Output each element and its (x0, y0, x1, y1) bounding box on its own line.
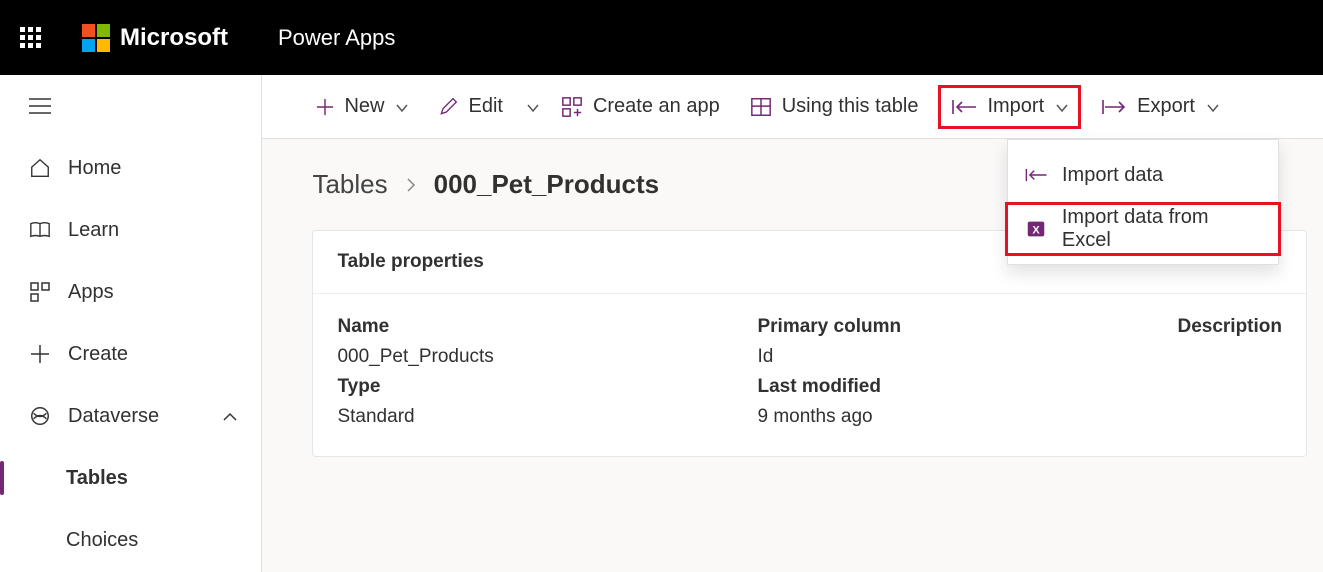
microsoft-logo-icon (82, 24, 110, 52)
value-name: 000_Pet_Products (337, 346, 747, 368)
export-button[interactable]: Export (1087, 87, 1233, 127)
label-type: Type (337, 376, 747, 398)
toolbar-label: Export (1137, 95, 1195, 118)
apps-icon (28, 280, 52, 304)
menu-item-import-data[interactable]: Import data (1008, 148, 1278, 202)
edit-button[interactable]: Edit (424, 87, 516, 127)
chevron-right-icon (406, 169, 416, 200)
label-description: Description (1177, 316, 1282, 338)
hamburger-button[interactable] (16, 87, 64, 125)
home-icon (28, 156, 52, 180)
toolbar-label: Create an app (593, 95, 720, 118)
toolbar-label: Using this table (782, 95, 919, 118)
main-area: New Edit Create an app Using this table … (262, 75, 1323, 572)
sidebar-item-choices[interactable]: Choices (0, 509, 261, 571)
grid-plus-icon (561, 96, 583, 118)
sidebar-item-dataverse[interactable]: Dataverse (0, 385, 261, 447)
breadcrumb-parent[interactable]: Tables (312, 169, 387, 200)
sidebar: Home Learn Apps Create Dataverse (0, 75, 262, 572)
brand-text: Microsoft (120, 24, 228, 52)
label-primary-column: Primary column (757, 316, 1167, 338)
import-menu: Import data X Import data from Excel (1007, 139, 1279, 265)
toolbar-label: Edit (468, 95, 502, 118)
app-launcher-icon[interactable] (20, 27, 42, 49)
plus-icon (28, 342, 52, 366)
label-last-modified: Last modified (757, 376, 1167, 398)
table-icon (750, 96, 772, 118)
excel-icon: X (1024, 218, 1048, 240)
value-type: Standard (337, 406, 747, 428)
chevron-down-icon (527, 95, 539, 118)
edit-split-button[interactable] (519, 87, 545, 127)
value-description (1177, 346, 1282, 368)
sidebar-item-tables[interactable]: Tables (0, 447, 261, 509)
sidebar-item-label: Create (68, 343, 128, 366)
chevron-up-icon (223, 405, 237, 428)
import-icon (951, 99, 977, 115)
dataverse-icon (28, 404, 52, 428)
toolbar-label: New (344, 95, 384, 118)
plus-icon (316, 98, 334, 116)
svg-text:X: X (1032, 225, 1040, 237)
sidebar-item-label: Choices (66, 529, 138, 552)
create-app-button[interactable]: Create an app (547, 87, 734, 127)
value-last-modified: 9 months ago (757, 406, 1167, 428)
using-table-button[interactable]: Using this table (736, 87, 933, 127)
menu-item-label: Import data (1062, 164, 1163, 187)
new-button[interactable]: New (302, 87, 422, 127)
app-title: Power Apps (278, 25, 395, 51)
label-name: Name (337, 316, 747, 338)
toolbar-label: Import (987, 95, 1044, 118)
value-primary-column: Id (757, 346, 1167, 368)
toolbar: New Edit Create an app Using this table … (262, 75, 1323, 139)
book-icon (28, 218, 52, 242)
chevron-down-icon (1056, 95, 1068, 118)
import-button[interactable]: Import (938, 85, 1081, 129)
menu-item-label: Import data from Excel (1062, 206, 1262, 252)
sidebar-item-apps[interactable]: Apps (0, 261, 261, 323)
chevron-down-icon (1207, 95, 1219, 118)
sidebar-item-label: Tables (66, 467, 128, 490)
menu-item-import-excel[interactable]: X Import data from Excel (1005, 202, 1281, 256)
sidebar-item-label: Apps (68, 281, 114, 304)
top-bar: Microsoft Power Apps (0, 0, 1323, 75)
sidebar-item-home[interactable]: Home (0, 137, 261, 199)
sidebar-item-label: Dataverse (68, 405, 159, 428)
sidebar-item-create[interactable]: Create (0, 323, 261, 385)
sidebar-item-label: Learn (68, 219, 119, 242)
import-icon (1024, 168, 1048, 182)
pencil-icon (438, 97, 458, 117)
export-icon (1101, 99, 1127, 115)
sidebar-item-label: Home (68, 157, 121, 180)
sidebar-item-learn[interactable]: Learn (0, 199, 261, 261)
chevron-down-icon (396, 95, 408, 118)
breadcrumb-current: 000_Pet_Products (434, 169, 659, 200)
microsoft-logo[interactable]: Microsoft (82, 24, 228, 52)
